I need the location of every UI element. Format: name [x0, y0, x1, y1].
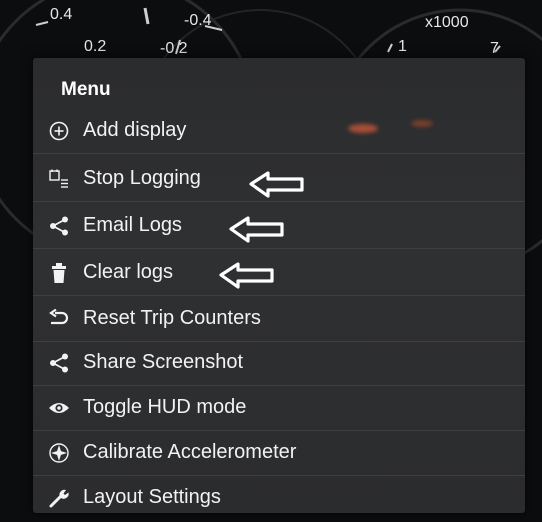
gauge-label-left-top: 0.4: [50, 6, 73, 23]
menu-item-label: Add display: [83, 119, 187, 141]
wrench-icon: [47, 486, 71, 510]
annotation-arrow-icon: [219, 262, 274, 289]
menu-item-label: Share Screenshot: [83, 351, 244, 373]
gauge-label-left-bottom: 0.2: [84, 38, 107, 55]
overflow-menu: Menu Add display Stop Logging Email Logs…: [33, 58, 525, 513]
menu-item-add-display[interactable]: Add display: [33, 108, 525, 154]
menu-item-layout-settings[interactable]: Layout Settings: [33, 475, 525, 513]
menu-item-label: Clear logs: [83, 261, 174, 283]
share-icon: [47, 214, 71, 238]
annotation-arrow-icon: [229, 216, 284, 243]
gauge-tick-7: 7: [490, 40, 499, 57]
trash-icon: [47, 261, 71, 285]
share-icon: [47, 351, 71, 375]
gauge-label-mid-bottom: -0.2: [160, 40, 188, 57]
menu-item-label: Toggle HUD mode: [83, 396, 247, 418]
menu-item-calibrate-accelerometer[interactable]: Calibrate Accelerometer: [33, 430, 525, 476]
menu-item-share-screenshot[interactable]: Share Screenshot: [33, 340, 525, 386]
menu-item-label: Calibrate Accelerometer: [83, 441, 297, 463]
menu-item-toggle-hud-mode[interactable]: Toggle HUD mode: [33, 385, 525, 431]
gauge-tick-1: 1: [398, 38, 407, 55]
add-circle-icon: [47, 119, 71, 143]
gauge-label-mid-top: -0.4: [184, 12, 212, 29]
menu-item-reset-trip-counters[interactable]: Reset Trip Counters: [33, 296, 525, 342]
menu-title: Menu: [61, 79, 111, 100]
menu-item-clear-logs[interactable]: Clear logs: [33, 250, 525, 296]
menu-item-label: Layout Settings: [83, 486, 221, 508]
menu-item-label: Reset Trip Counters: [83, 307, 261, 329]
gauge-scale-label: x1000: [425, 14, 469, 31]
undo-icon: [47, 307, 71, 331]
log-list-icon: [47, 167, 71, 191]
menu-item-label: Email Logs: [83, 214, 182, 236]
menu-item-label: Stop Logging: [83, 167, 201, 189]
annotation-arrow-icon: [249, 171, 304, 198]
compass-icon: [47, 441, 71, 465]
eye-icon: [47, 396, 71, 420]
